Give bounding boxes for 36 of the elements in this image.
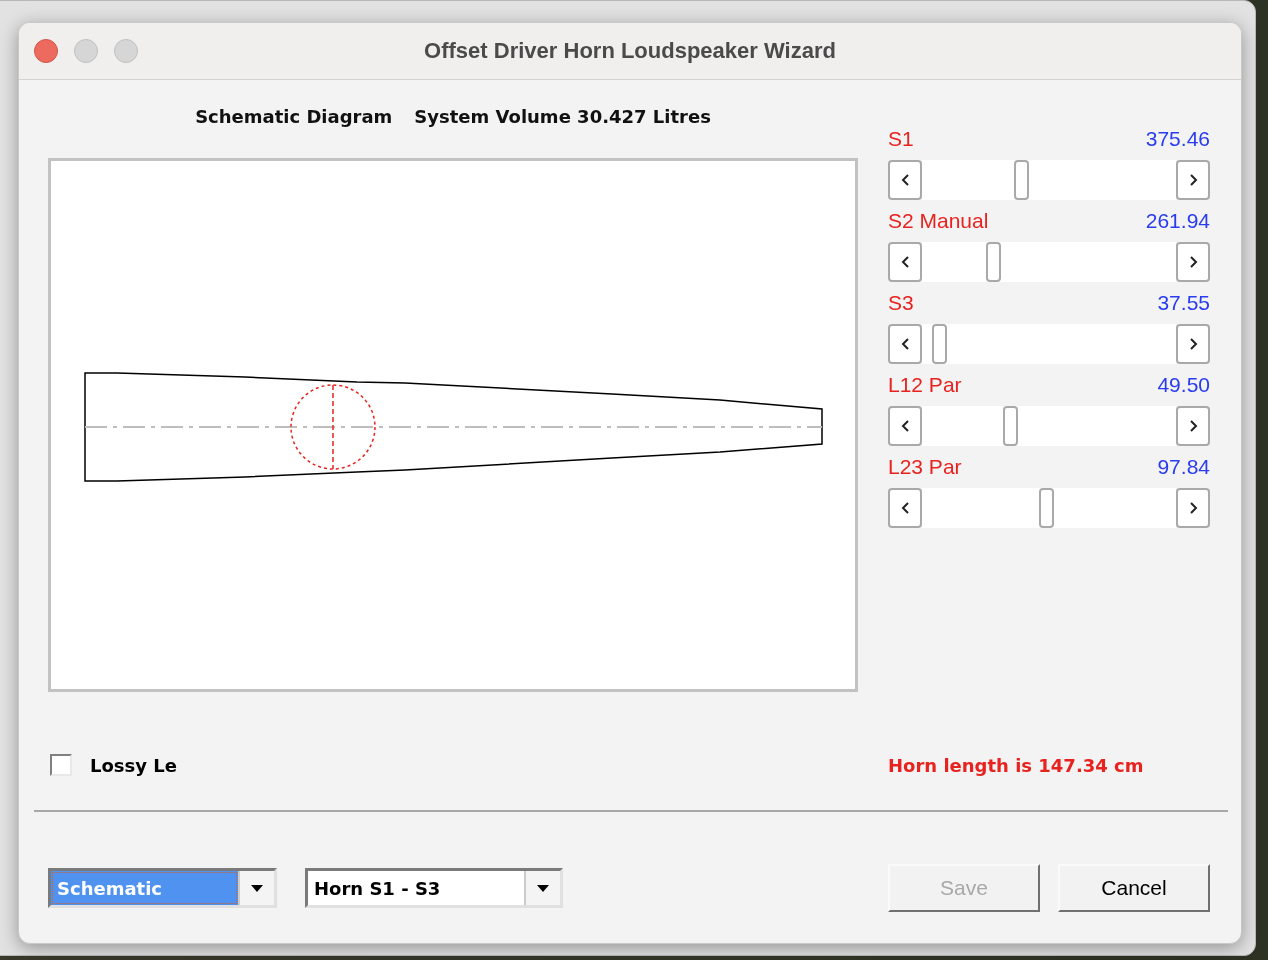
scroll-left-button[interactable] [888, 324, 922, 364]
scroll-right-button[interactable] [1176, 324, 1210, 364]
parameter-label: S2 Manual [888, 209, 989, 233]
slider-thumb[interactable] [932, 324, 948, 364]
caret-icon [537, 884, 549, 892]
cancel-button[interactable]: Cancel [1058, 864, 1210, 912]
diagram-title: Schematic Diagram [195, 106, 393, 127]
system-volume: System Volume 30.427 Litres [414, 106, 711, 127]
slider-thumb[interactable] [1013, 160, 1029, 200]
parameter-value: 261.94 [1145, 209, 1210, 233]
slider-thumb[interactable] [985, 242, 1001, 282]
checkbox-label[interactable]: Lossy Le [90, 754, 177, 776]
window-title: Offset Driver Horn Loudspeaker Wizard [424, 38, 836, 63]
slider-thumb[interactable] [1003, 406, 1019, 446]
parameter-label: S3 [888, 291, 914, 315]
parameter-value: 49.50 [1157, 373, 1210, 397]
scroll-right-button[interactable] [1176, 160, 1210, 200]
scroll-right-button[interactable] [1176, 242, 1210, 282]
parameter-label: L23 Par [888, 455, 962, 479]
scroll-left-button[interactable] [888, 242, 922, 282]
scroll-right-button[interactable] [1176, 488, 1210, 528]
slider-thumb[interactable] [1038, 488, 1054, 528]
scroll-left-button[interactable] [888, 160, 922, 200]
parameter-value: 97.84 [1157, 455, 1210, 479]
parameter-value: 37.55 [1157, 291, 1210, 315]
parameter-label: S1 [888, 127, 914, 151]
horn-length-text: Horn length is 147.34 cm [888, 754, 1145, 776]
checkbox[interactable] [50, 754, 72, 776]
parameter-value: 375.46 [1145, 127, 1210, 151]
parameter-label: L12 Par [888, 373, 962, 397]
scroll-right-button[interactable] [1176, 406, 1210, 446]
dropdown[interactable]: Horn S1 - S3 [305, 868, 563, 908]
caret-icon [251, 884, 263, 892]
close-button[interactable] [34, 39, 58, 63]
scroll-left-button[interactable] [888, 488, 922, 528]
scroll-left-button[interactable] [888, 406, 922, 446]
